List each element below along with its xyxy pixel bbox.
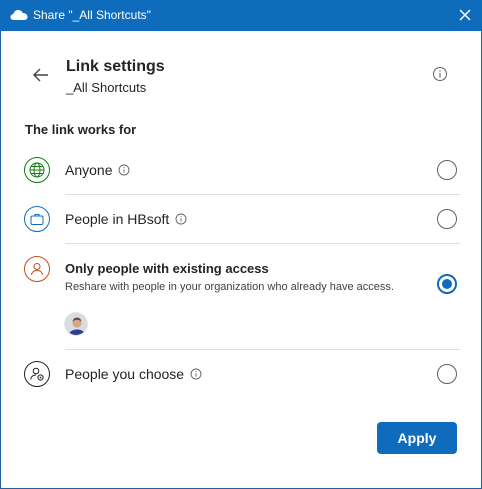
briefcase-icon — [24, 206, 50, 232]
divider — [65, 194, 460, 195]
close-icon[interactable] — [458, 8, 472, 22]
avatar — [64, 312, 88, 336]
radio-anyone[interactable] — [437, 160, 457, 180]
info-icon[interactable] — [432, 66, 448, 82]
info-icon[interactable] — [175, 213, 187, 225]
radio-people-in-org[interactable] — [437, 209, 457, 229]
divider — [65, 243, 460, 244]
page-subtitle: _All Shortcuts — [66, 80, 147, 95]
divider — [65, 349, 460, 350]
option-label: People you choose — [65, 366, 185, 382]
option-anyone[interactable]: Anyone — [24, 157, 460, 183]
window-title: Share "_All Shortcuts" — [33, 8, 151, 22]
section-heading: The link works for — [25, 122, 137, 137]
radio-people-you-choose[interactable] — [437, 364, 457, 384]
apply-button[interactable]: Apply — [377, 422, 457, 454]
page-title: Link settings — [66, 58, 165, 75]
option-label: Only people with existing access — [65, 261, 269, 276]
option-existing-access[interactable]: Only people with existing access Reshare… — [24, 256, 460, 340]
option-label: People in HBsoft — [65, 211, 170, 227]
person-icon — [24, 256, 50, 282]
person-gear-icon — [24, 361, 50, 387]
onedrive-cloud-icon — [10, 10, 28, 20]
option-people-in-org[interactable]: People in HBsoft — [24, 206, 460, 232]
radio-existing-access[interactable] — [437, 274, 457, 294]
option-description: Reshare with people in your organization… — [65, 281, 394, 293]
window-titlebar: Share "_All Shortcuts" — [0, 0, 482, 31]
back-arrow-icon[interactable] — [32, 66, 50, 84]
globe-icon — [24, 157, 50, 183]
option-label: Anyone — [65, 162, 113, 178]
info-icon[interactable] — [190, 368, 202, 380]
info-icon[interactable] — [118, 164, 130, 176]
option-people-you-choose[interactable]: People you choose — [24, 361, 460, 387]
